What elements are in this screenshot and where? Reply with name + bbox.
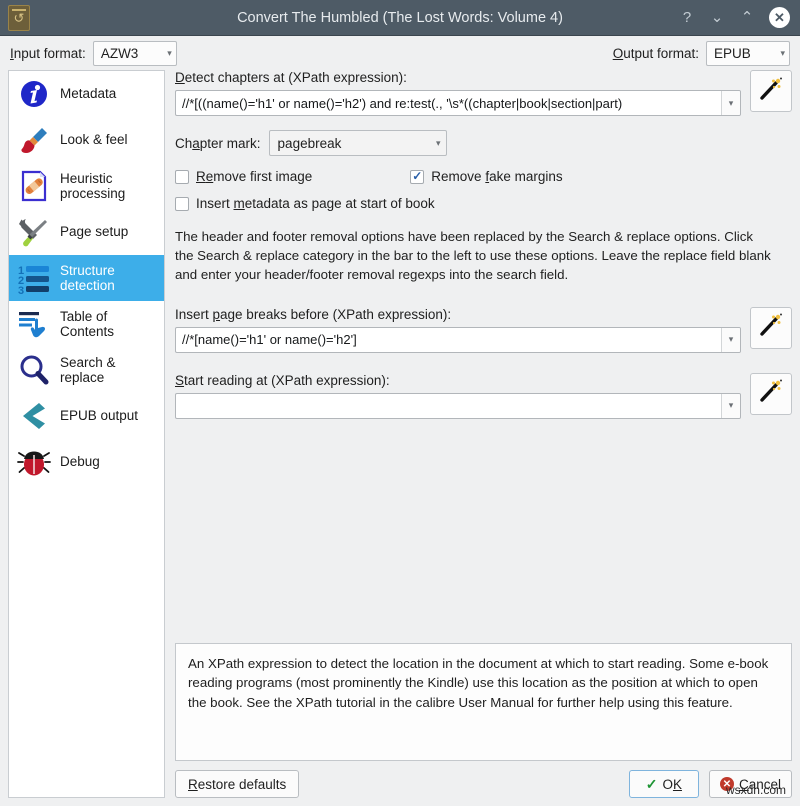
ok-button[interactable]: ✓ OK bbox=[628, 770, 699, 798]
svg-text:3: 3 bbox=[18, 285, 24, 295]
start-reading-input[interactable]: ▾ bbox=[175, 392, 741, 419]
chevron-down-icon: ▾ bbox=[780, 47, 785, 58]
start-reading-group: Start reading at (XPath expression): ▾ bbox=[175, 372, 792, 419]
help-icon[interactable]: ? bbox=[679, 10, 695, 25]
watermark: wsxdn.com bbox=[725, 783, 786, 797]
sidebar-item-table-of-contents[interactable]: Table of Contents bbox=[9, 301, 164, 347]
close-icon[interactable]: ✕ bbox=[769, 7, 790, 28]
detect-chapters-input[interactable]: //*[((name()='h1' or name()='h2') and re… bbox=[175, 90, 741, 116]
sidebar-item-label: Structure detection bbox=[60, 262, 115, 293]
page-breaks-input[interactable]: //*[name()='h1' or name()='h2'] ▾ bbox=[175, 326, 741, 353]
chevron-down-icon: ▾ bbox=[436, 137, 441, 148]
remove-fake-margins-checkbox[interactable]: Remove fake margins bbox=[410, 169, 563, 184]
checkbox-row: Remove first image Remove fake margins bbox=[175, 169, 792, 184]
page-breaks-wizard-button[interactable] bbox=[750, 306, 792, 349]
sidebar-item-label: EPUB output bbox=[60, 408, 139, 424]
insert-metadata-as-page-checkbox[interactable]: Insert metadata as page at start of book bbox=[175, 196, 792, 211]
sidebar-item-structure-detection[interactable]: 1 2 3 Structure detection bbox=[9, 255, 164, 301]
convert-dialog: ↺ Convert The Humbled (The Lost Words: V… bbox=[0, 0, 800, 806]
chevron-down-icon[interactable]: ▾ bbox=[721, 327, 740, 352]
output-format-value: EPUB bbox=[714, 45, 751, 61]
dialog-footer: Restore defaults ✓ OK ✕ Cancel wsxdn.com bbox=[175, 770, 792, 798]
detect-chapters-group: Detect chapters at (XPath expression): /… bbox=[175, 70, 792, 116]
checkbox-box bbox=[410, 169, 425, 184]
sidebar-item-metadata[interactable]: Metadata bbox=[9, 71, 164, 117]
sidebar-item-search-and-replace[interactable]: Search & replace bbox=[9, 347, 164, 393]
wrench-screwdriver-icon bbox=[17, 215, 51, 249]
sidebar-item-label: Debug bbox=[60, 454, 100, 470]
header-footer-notice: The header and footer removal options ha… bbox=[175, 229, 771, 282]
start-reading-wizard-button[interactable] bbox=[750, 372, 792, 415]
sidebar-item-label: Table of Contents bbox=[60, 308, 115, 339]
detect-chapters-label: Detect chapters at (XPath expression): bbox=[175, 70, 407, 85]
category-sidebar[interactable]: Metadata Look & feel Heuristic processin… bbox=[8, 70, 165, 798]
detect-chapters-value: //*[((name()='h1' or name()='h2') and re… bbox=[182, 95, 623, 111]
checkbox-label: Remove fake margins bbox=[431, 169, 563, 184]
left-chevron-icon bbox=[17, 399, 51, 433]
numbered-list-icon: 1 2 3 bbox=[17, 261, 51, 295]
page-bandage-icon bbox=[17, 169, 51, 203]
input-format-value: AZW3 bbox=[100, 45, 139, 61]
sidebar-item-epub-output[interactable]: EPUB output bbox=[9, 393, 164, 439]
page-breaks-field: Insert page breaks before (XPath express… bbox=[175, 307, 741, 353]
page-breaks-group: Insert page breaks before (XPath express… bbox=[175, 306, 792, 353]
checkbox-box bbox=[175, 196, 189, 211]
info-circle-icon bbox=[17, 77, 51, 111]
chapter-mark-label: Chapter mark: bbox=[175, 135, 261, 151]
sidebar-item-label: Page setup bbox=[60, 224, 129, 240]
paintbrush-icon bbox=[17, 123, 51, 157]
format-bar: Input format: AZW3 ▾ Output format: EPUB… bbox=[0, 36, 800, 70]
chevron-down-icon[interactable]: ▾ bbox=[721, 393, 740, 418]
start-reading-field: Start reading at (XPath expression): ▾ bbox=[175, 373, 741, 419]
ladybug-icon bbox=[17, 445, 51, 479]
checkbox-label: Remove first image bbox=[196, 169, 313, 184]
chapter-mark-value: pagebreak bbox=[277, 135, 342, 151]
magic-wand-icon bbox=[758, 378, 784, 409]
convert-book-icon: ↺ bbox=[8, 4, 30, 31]
title-bar: ↺ Convert The Humbled (The Lost Words: V… bbox=[0, 0, 800, 36]
sidebar-item-label: Metadata bbox=[60, 86, 117, 102]
output-format-label: Output format: bbox=[612, 45, 699, 61]
restore-defaults-button[interactable]: Restore defaults bbox=[175, 770, 300, 798]
page-breaks-value: //*[name()='h1' or name()='h2'] bbox=[182, 332, 357, 348]
magic-wand-icon bbox=[758, 76, 784, 107]
sidebar-item-label: Search & replace bbox=[60, 354, 116, 385]
chevron-down-icon: ▾ bbox=[167, 47, 172, 58]
sidebar-item-label: Heuristic processing bbox=[60, 170, 126, 201]
toc-hand-icon bbox=[17, 307, 51, 341]
structure-detection-panel: Detect chapters at (XPath expression): /… bbox=[175, 70, 792, 798]
ok-label: OK bbox=[662, 776, 682, 792]
window-controls: ? ⌄ ⌃ ✕ bbox=[679, 7, 790, 28]
input-format-select[interactable]: AZW3 ▾ bbox=[92, 40, 177, 66]
chapter-mark-select[interactable]: pagebreak ▾ bbox=[268, 130, 447, 156]
chapter-mark-group: Chapter mark: pagebreak ▾ bbox=[175, 130, 792, 156]
chevron-up-icon[interactable]: ⌃ bbox=[739, 10, 755, 25]
help-text-box: An XPath expression to detect the locati… bbox=[175, 643, 792, 761]
sidebar-item-heuristic-processing[interactable]: Heuristic processing bbox=[9, 163, 164, 209]
chevron-down-icon[interactable]: ⌄ bbox=[709, 10, 725, 25]
dialog-body: Metadata Look & feel Heuristic processin… bbox=[0, 70, 800, 806]
input-format-label: Input format: bbox=[10, 45, 86, 61]
magnifier-icon bbox=[17, 353, 51, 387]
options-panel: Detect chapters at (XPath expression): /… bbox=[165, 70, 792, 806]
chevron-down-icon[interactable]: ▾ bbox=[721, 91, 740, 115]
sidebar-item-look-and-feel[interactable]: Look & feel bbox=[9, 117, 164, 163]
sidebar-item-label: Look & feel bbox=[60, 132, 128, 148]
detect-chapters-wizard-button[interactable] bbox=[750, 70, 792, 112]
checkbox-label: Insert metadata as page at start of book bbox=[196, 196, 435, 211]
page-breaks-label: Insert page breaks before (XPath express… bbox=[175, 306, 452, 322]
check-icon: ✓ bbox=[645, 775, 658, 792]
checkbox-box bbox=[175, 169, 189, 184]
output-format-select[interactable]: EPUB ▾ bbox=[706, 40, 790, 66]
magic-wand-icon bbox=[758, 312, 784, 343]
detect-chapters-field: Detect chapters at (XPath expression): /… bbox=[175, 70, 741, 116]
remove-first-image-checkbox[interactable]: Remove first image bbox=[175, 169, 312, 184]
sidebar-item-debug[interactable]: Debug bbox=[9, 439, 164, 485]
start-reading-label: Start reading at (XPath expression): bbox=[175, 372, 390, 388]
sidebar-item-page-setup[interactable]: Page setup bbox=[9, 209, 164, 255]
